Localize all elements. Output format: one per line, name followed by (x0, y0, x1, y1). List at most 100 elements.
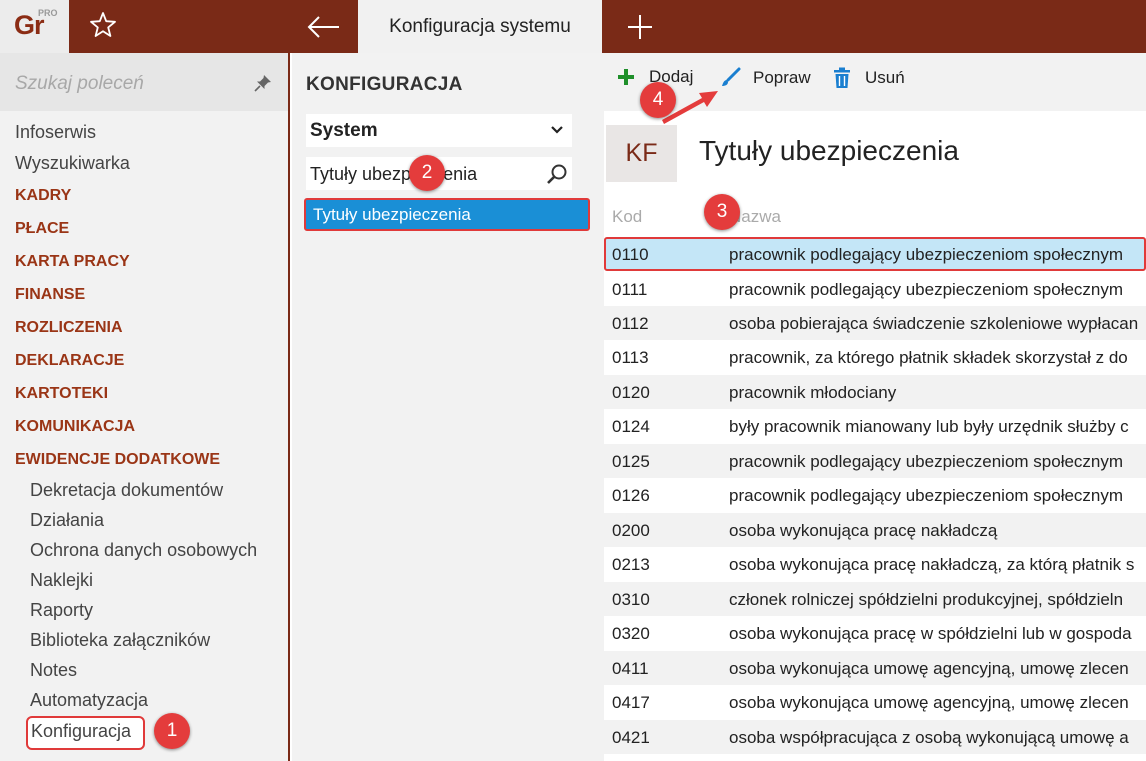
callout-2: 2 (409, 155, 445, 191)
edit-button-label: Popraw (753, 68, 811, 87)
cell-name: pracownik podlegający ubezpieczeniom spo… (729, 486, 1124, 505)
cell-name: pracownik, za którego płatnik składek sk… (729, 348, 1128, 367)
cell-code: 0120 (612, 383, 650, 402)
arrow-left-icon (307, 15, 339, 38)
search-placeholder: Szukaj poleceń (15, 73, 144, 94)
sidebar-section-place[interactable]: PŁACE (15, 220, 69, 238)
cell-name: pracownik podlegający ubezpieczeniom spo… (729, 452, 1124, 471)
table-row[interactable]: 0421 osoba współpracująca z osobą wykonuj… (604, 720, 1146, 754)
sidebar-item-dzialania[interactable]: Działania (30, 510, 104, 531)
table-row[interactable]: 0111 pracownik podlegający ubezpieczeniom… (604, 272, 1146, 306)
callout-4: 4 (640, 82, 676, 118)
app-logo[interactable]: Gr PRO (0, 0, 69, 53)
sidebar-item-raporty[interactable]: Raporty (30, 600, 93, 621)
config-search-value: Tytuły ubezpieczenia (310, 164, 478, 184)
callout-1: 1 (154, 713, 190, 749)
sidebar-section-komunikacja[interactable]: KOMUNIKACJA (15, 418, 135, 436)
cell-code: 0310 (612, 590, 650, 609)
column-header-kod[interactable]: Kod (612, 207, 642, 227)
cell-name: były pracownik mianowany lub były urzędn… (729, 417, 1129, 436)
page-title: Tytuły ubezpieczenia (699, 135, 959, 166)
sidebar-item-automatyzacja[interactable]: Automatyzacja (30, 690, 148, 711)
cell-code: 0213 (612, 555, 650, 574)
cell-code: 0112 (612, 314, 649, 333)
table-row[interactable]: 0310 członek rolniczej spółdzielni produk… (604, 582, 1146, 616)
table-row[interactable]: 0417 osoba wykonująca umowę agencyjną, um… (604, 685, 1146, 719)
cell-name: osoba wykonująca pracę nakładczą, za któ… (729, 555, 1135, 574)
cell-name: osoba wykonująca pracę w spółdzielni lub… (729, 624, 1132, 643)
module-select[interactable]: System (306, 114, 572, 147)
sidebar-item-notes[interactable]: Notes (30, 660, 77, 681)
new-tab-button[interactable] (602, 0, 678, 53)
cell-code: 0411 (612, 659, 649, 678)
table-row[interactable]: 0213 osoba wykonująca pracę nakładczą, za… (604, 547, 1146, 581)
logo-badge: PRO (38, 8, 58, 18)
pin-icon[interactable] (254, 74, 272, 92)
sidebar-item-wyszukiwarka[interactable]: Wyszukiwarka (15, 153, 130, 174)
table-row[interactable]: 0125 pracownik podlegający ubezpieczeniom… (604, 444, 1146, 478)
cell-code: 0125 (612, 452, 650, 471)
cell-name: osoba wykonująca umowę agencyjną, umowę … (729, 693, 1129, 712)
table-row[interactable]: 0411 osoba wykonująca umowę agencyjną, um… (604, 651, 1146, 685)
tab-label: Konfiguracja systemu (389, 15, 571, 37)
table-row[interactable]: 0120 pracownik młodociany (604, 375, 1146, 409)
cell-code: 0113 (612, 348, 649, 367)
config-list-item-selected[interactable]: Tytuły ubezpieczenia (304, 198, 590, 231)
back-button[interactable] (290, 0, 358, 53)
cell-name: osoba wykonująca umowę agencyjną, umowę … (729, 659, 1129, 678)
magnifier-icon[interactable] (546, 163, 568, 185)
config-pane: KONFIGURACJA System Tytuły ubezpieczenia… (292, 53, 591, 761)
table-row[interactable]: 0113 pracownik, za którego płatnik składe… (604, 340, 1146, 374)
sidebar-section-deklaracje[interactable]: DEKLARACJE (15, 352, 124, 370)
cell-code: 0421 (612, 728, 650, 747)
table-row[interactable]: 0124 były pracownik mianowany lub były ur… (604, 409, 1146, 443)
cell-code: 0320 (612, 624, 650, 643)
star-icon[interactable] (89, 10, 117, 40)
sidebar-section-rozliczenia[interactable]: ROZLICZENIA (15, 319, 123, 337)
table-row[interactable]: 0110 pracownik podlegający ubezpieczeniom… (604, 237, 1146, 271)
cell-name: pracownik podlegający ubezpieczeniom spo… (729, 280, 1124, 299)
command-search[interactable]: Szukaj poleceń (0, 53, 288, 111)
sidebar-section-finanse[interactable]: FINANSE (15, 286, 85, 304)
cell-code: 0110 (612, 245, 649, 264)
sidebar-item-infoserwis[interactable]: Infoserwis (15, 122, 96, 143)
table-row[interactable]: 0126 pracownik podlegający ubezpieczeniom… (604, 478, 1146, 512)
cell-name: osoba wykonująca pracę nakładczą (729, 521, 998, 540)
cell-name: osoba współpracująca z osobą wykonującą … (729, 728, 1129, 747)
plus-icon (618, 69, 634, 85)
sidebar-section-karta-pracy[interactable]: KARTA PRACY (15, 253, 130, 271)
cell-code: 0111 (612, 280, 648, 299)
module-badge: KF (606, 125, 677, 182)
cell-name: członek rolniczej spółdzielni produkcyjn… (729, 590, 1124, 609)
cell-code: 0126 (612, 486, 650, 505)
sidebar-section-kadry[interactable]: KADRY (15, 187, 71, 205)
cell-name: pracownik młodociany (729, 383, 897, 402)
table-row[interactable]: 0320 osoba wykonująca pracę w spółdzielni… (604, 616, 1146, 650)
sidebar-item-ochrona-danych[interactable]: Ochrona danych osobowych (30, 540, 257, 561)
sidebar-item-naklejki[interactable]: Naklejki (30, 570, 93, 591)
cell-code: 0417 (612, 693, 650, 712)
cell-name: osoba pobierająca świadczenie szkoleniow… (729, 314, 1139, 333)
sidebar-item-dekretacja[interactable]: Dekretacja dokumentów (30, 480, 223, 501)
table-row[interactable]: 0200 osoba wykonująca pracę nakładczą (604, 513, 1146, 547)
sidebar-item-biblioteka[interactable]: Biblioteka załączników (30, 630, 210, 651)
delete-button-label: Usuń (865, 68, 905, 87)
sidebar-item-konfiguracja[interactable]: Konfiguracja (26, 716, 145, 750)
tab-konfiguracja-systemu[interactable]: Konfiguracja systemu (358, 0, 602, 53)
sidebar-section-ewidencje-dodatkowe[interactable]: EWIDENCJE DODATKOWE (15, 451, 220, 469)
pane-title: KONFIGURACJA (306, 74, 463, 95)
top-bar: Gr PRO Konfiguracja systemu (0, 0, 1146, 53)
plus-icon (628, 14, 652, 39)
sidebar-section-kartoteki[interactable]: KARTOTEKI (15, 385, 108, 403)
delete-button[interactable]: Usuń (833, 67, 905, 89)
callout-3: 3 (704, 194, 740, 230)
module-select-value: System (310, 120, 378, 141)
cell-name: pracownik podlegający ubezpieczeniom spo… (729, 245, 1124, 264)
config-list-item-label: Tytuły ubezpieczenia (313, 205, 471, 224)
cell-code: 0124 (612, 417, 650, 436)
trash-icon (834, 67, 850, 88)
cell-code: 0200 (612, 521, 650, 540)
table-row[interactable]: 0112 osoba pobierająca świadczenie szkole… (604, 306, 1146, 340)
edit-button[interactable]: Popraw (719, 67, 811, 89)
sidebar-item-label: Konfiguracja (31, 721, 132, 741)
